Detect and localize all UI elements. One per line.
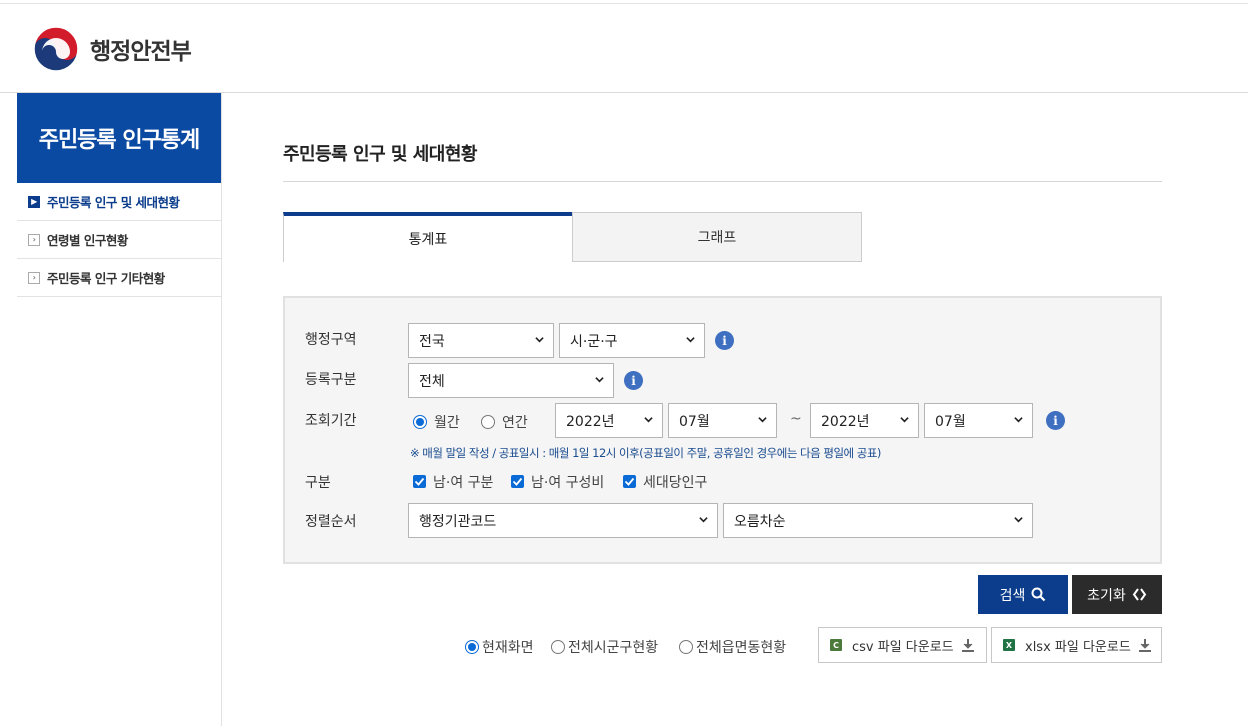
monthly-radio[interactable] — [413, 415, 427, 429]
sidebar-item-age-population[interactable]: › 연령별 인구현황 — [17, 221, 221, 259]
sidebar-item-population-household[interactable]: ▶ 주민등록 인구 및 세대현황 — [17, 183, 221, 221]
checkmark-icon — [512, 477, 523, 486]
sidebar-item-label: 연령별 인구현황 — [47, 233, 128, 248]
per-household-checkbox[interactable] — [623, 475, 636, 488]
chevron-down-icon — [686, 337, 695, 343]
tab-statistics-table[interactable]: 통계표 — [283, 212, 573, 262]
checkmark-icon — [414, 477, 425, 486]
gender-ratio-label: 남·여 구성비 — [531, 475, 605, 491]
sort-field-select[interactable]: 행정기관코드 — [408, 503, 718, 538]
from-month-select[interactable]: 07월 — [668, 403, 777, 438]
all-eupmyeondong-label: 전체읍면동현황 — [696, 640, 787, 656]
government-emblem-icon — [33, 26, 79, 72]
region-label: 행정구역 — [305, 332, 357, 348]
to-month-value: 07월 — [935, 413, 966, 430]
period-separator: ~ — [790, 411, 802, 427]
from-year-value: 2022년 — [566, 413, 615, 430]
sigungu-value: 시·군·구 — [570, 333, 618, 350]
xlsx-download-label: xlsx 파일 다운로드 — [1025, 639, 1131, 655]
to-year-value: 2022년 — [821, 413, 870, 430]
chevron-down-icon — [595, 377, 604, 383]
search-button[interactable]: 검색 — [978, 575, 1068, 614]
per-household-label: 세대당인구 — [643, 475, 708, 491]
chevron-right-icon: › — [28, 271, 40, 284]
sigungu-select[interactable]: 시·군·구 — [559, 323, 705, 358]
category-label: 구분 — [305, 475, 331, 491]
gender-split-checkbox[interactable] — [413, 475, 426, 488]
reset-icon — [1132, 588, 1147, 601]
sidebar-title: 주민등록 인구통계 — [17, 93, 221, 183]
to-month-select[interactable]: 07월 — [924, 403, 1033, 438]
current-view-label: 현재화면 — [482, 640, 534, 656]
all-sigungu-radio[interactable] — [551, 640, 565, 654]
csv-download-label: csv 파일 다운로드 — [852, 639, 954, 655]
sidebar-item-label: 주민등록 인구 및 세대현황 — [47, 195, 180, 210]
tab-graph[interactable]: 그래프 — [572, 212, 862, 262]
monthly-label: 월간 — [434, 415, 460, 431]
logo[interactable]: 행정안전부 — [33, 26, 192, 72]
sort-label: 정렬순서 — [305, 514, 357, 530]
chevron-down-icon — [535, 337, 544, 343]
sidebar: 주민등록 인구통계 ▶ 주민등록 인구 및 세대현황 › 연령별 인구현황 › … — [17, 93, 222, 726]
info-icon[interactable]: i — [715, 331, 734, 350]
reset-button-label: 초기화 — [1087, 587, 1126, 604]
org-name: 행정안전부 — [90, 39, 192, 65]
yearly-radio[interactable] — [481, 415, 495, 429]
checkmark-icon — [624, 477, 635, 486]
csv-file-icon: C — [830, 639, 842, 651]
all-sigungu-label: 전체시군구현황 — [568, 640, 659, 656]
from-month-value: 07월 — [679, 413, 710, 430]
csv-download-button[interactable]: C csv 파일 다운로드 — [818, 627, 987, 663]
from-year-select[interactable]: 2022년 — [555, 403, 663, 438]
to-year-select[interactable]: 2022년 — [810, 403, 919, 438]
download-icon — [961, 638, 974, 652]
registration-label: 등록구분 — [305, 372, 357, 388]
info-icon[interactable]: i — [1046, 411, 1065, 430]
search-button-label: 검색 — [999, 587, 1026, 604]
chevron-down-icon — [699, 517, 708, 523]
chevron-down-icon — [1014, 417, 1023, 423]
registration-value: 전체 — [419, 373, 445, 390]
period-label: 조회기간 — [305, 413, 357, 429]
registration-select[interactable]: 전체 — [408, 363, 614, 398]
sido-select[interactable]: 전국 — [408, 323, 554, 358]
xlsx-download-button[interactable]: X xlsx 파일 다운로드 — [991, 627, 1162, 663]
info-icon[interactable]: i — [624, 371, 643, 390]
current-view-radio[interactable] — [465, 640, 479, 654]
search-icon — [1031, 587, 1046, 602]
sort-field-value: 행정기관코드 — [419, 513, 497, 530]
sido-value: 전국 — [419, 333, 445, 350]
chevron-down-icon — [1014, 517, 1023, 523]
publication-note: ※ 매월 말일 작성 / 공표일시 : 매월 1일 12시 이후(공표일이 주말… — [410, 446, 881, 460]
gender-ratio-checkbox[interactable] — [511, 475, 524, 488]
sidebar-item-label: 주민등록 인구 기타현황 — [47, 271, 165, 286]
sort-order-select[interactable]: 오름차순 — [723, 503, 1033, 538]
sidebar-item-other-population[interactable]: › 주민등록 인구 기타현황 — [17, 259, 221, 297]
reset-button[interactable]: 초기화 — [1072, 575, 1162, 614]
all-eupmyeondong-radio[interactable] — [679, 640, 693, 654]
divider — [283, 181, 1162, 182]
download-icon — [1138, 638, 1151, 652]
xlsx-file-icon: X — [1003, 639, 1015, 651]
gender-split-label: 남·여 구분 — [433, 475, 494, 491]
chevron-right-icon: › — [28, 233, 40, 246]
site-header: 행정안전부 — [0, 4, 1248, 93]
sort-order-value: 오름차순 — [734, 513, 786, 530]
chevron-right-icon: ▶ — [28, 195, 40, 208]
chevron-down-icon — [758, 417, 767, 423]
page-title: 주민등록 인구 및 세대현황 — [283, 144, 477, 165]
chevron-down-icon — [900, 417, 909, 423]
yearly-label: 연간 — [502, 415, 528, 431]
chevron-down-icon — [644, 417, 653, 423]
